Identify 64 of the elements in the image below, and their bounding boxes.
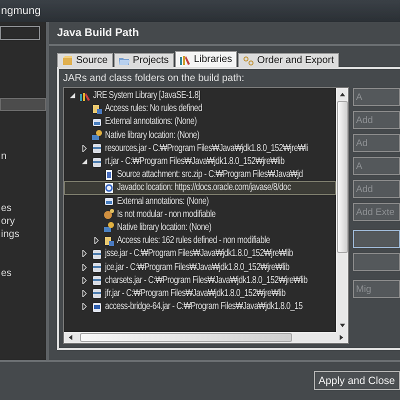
- tab[interactable]: Source: [57, 53, 113, 67]
- tree-item[interactable]: jfr.jar - C:₩Program Files₩Java₩jdk1.8.0_152₩jre₩lib: [64, 286, 336, 300]
- tree-item[interactable]: External annotations: (None): [64, 194, 336, 208]
- scroll-right-icon[interactable]: [338, 334, 345, 341]
- expand-arrow-icon[interactable]: [81, 250, 88, 258]
- sidebar-item[interactable]: n: [0, 150, 46, 163]
- tree-item[interactable]: Native library location: (None): [64, 128, 336, 142]
- sidebar-item[interactable]: ory: [0, 215, 46, 228]
- document-icon: [104, 170, 114, 180]
- library-tree[interactable]: [63, 87, 349, 344]
- tree-item[interactable]: access-bridge-64.jar - C:₩Program Files₩Java₩jdk1.8.0_15: [64, 300, 336, 314]
- window-title: ngmung: [0, 5, 41, 17]
- folder-icon: [118, 56, 130, 66]
- jar-icon: [92, 262, 102, 272]
- tree-item[interactable]: Source attachment: src.zip - C:₩Program Files₩Java₩jd: [64, 168, 336, 182]
- expand-arrow-icon[interactable]: [81, 276, 88, 284]
- links-icon: [243, 56, 254, 66]
- tree-item[interactable]: jce.jar - C:₩Program Files₩Java₩jdk1.8.0_152₩jre₩lib: [64, 260, 336, 274]
- scroll-up-icon[interactable]: [338, 91, 346, 98]
- jar-icon: [92, 248, 102, 259]
- expand-arrow-icon[interactable]: [81, 290, 88, 297]
- at-sign-icon: [104, 182, 114, 193]
- tree-item[interactable]: Javadoc location: https://docs.oracle.com/javase/8/doc: [64, 181, 336, 194]
- collapse-arrow-icon[interactable]: [69, 92, 76, 100]
- tab[interactable]: Order and Export: [238, 53, 339, 67]
- tree-item[interactable]: Access rules: 162 rules defined - non modifiable: [64, 234, 336, 248]
- tab[interactable]: Projects: [114, 53, 174, 67]
- collapse-arrow-icon[interactable]: [81, 158, 88, 166]
- expand-arrow-icon[interactable]: [93, 237, 100, 244]
- vertical-scrollbar[interactable]: [336, 88, 348, 332]
- package-icon: [62, 56, 73, 66]
- expand-arrow-icon[interactable]: [81, 144, 88, 152]
- tree-item[interactable]: rt.jar - C:₩Program Files₩Java₩jdk1.8.0_152₩jre₩lib: [64, 154, 336, 168]
- apply-and-close-button[interactable]: Apply and Close: [314, 371, 400, 390]
- tree-label: JARs and class folders on the build path:: [63, 73, 246, 84]
- tree-item[interactable]: Native library location: (None): [64, 220, 336, 234]
- tree-item[interactable]: Access rules: No rules defined: [64, 102, 336, 116]
- jar-icon: [92, 156, 102, 167]
- books-icon: [180, 54, 191, 64]
- tree-item[interactable]: External annotations: (None): [64, 115, 336, 129]
- jar-icon: [92, 143, 102, 154]
- side-button[interactable]: [353, 230, 400, 248]
- tree-item[interactable]: Is not modular - non modifiable: [64, 208, 336, 221]
- page-title: Java Build Path: [57, 27, 139, 39]
- expand-arrow-icon[interactable]: [81, 264, 88, 271]
- jar-icon: [92, 302, 102, 312]
- scroll-down-icon[interactable]: [338, 322, 346, 329]
- jar-icon: [92, 116, 102, 127]
- tree-item[interactable]: charsets.jar - C:₩Program Files₩Java₩jdk1.8.0_152₩jre₩lib: [64, 274, 336, 287]
- books-icon: [80, 90, 90, 101]
- filter-field[interactable]: [0, 26, 40, 40]
- tree-item[interactable]: jsse.jar - C:₩Program Files₩Java₩jdk1.8.0_152₩jre₩lib: [64, 247, 336, 260]
- expand-arrow-icon[interactable]: [81, 303, 88, 310]
- sidebar-item[interactable]: es: [0, 202, 46, 215]
- jar-icon: [92, 288, 102, 298]
- sidebar-item[interactable]: es: [0, 267, 46, 280]
- horizontal-scrollbar[interactable]: [64, 332, 348, 343]
- jar-icon: [92, 275, 102, 286]
- tree-item[interactable]: resources.jar - C:₩Program Files₩Java₩jdk1.8.0_152₩jre₩li: [64, 142, 336, 155]
- scroll-left-icon[interactable]: [67, 334, 74, 341]
- jar-icon: [104, 196, 114, 206]
- sidebar-item[interactable]: ings: [0, 228, 46, 241]
- tree-item[interactable]: JRE System Library [JavaSE-1.8]: [64, 89, 336, 102]
- tab[interactable]: Libraries: [174, 51, 238, 67]
